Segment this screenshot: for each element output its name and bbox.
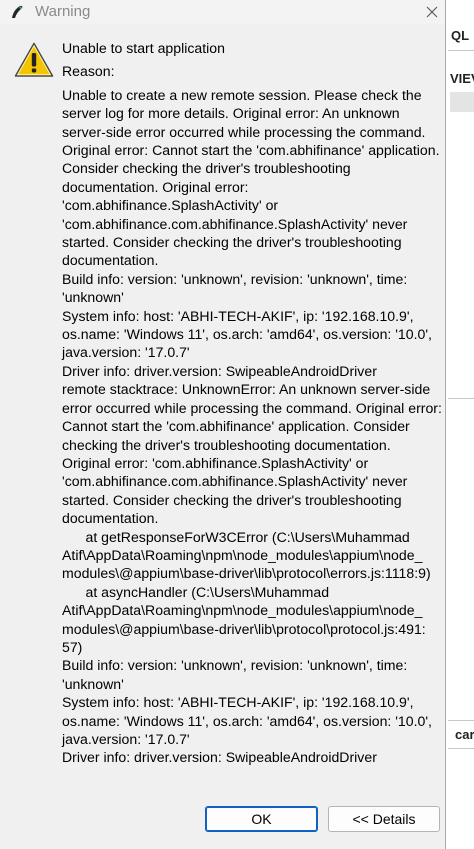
background-row (450, 92, 474, 112)
background-divider (448, 50, 474, 51)
background-window: QL VIEV car (446, 0, 474, 849)
error-details-text: Unable to create a new remote session. P… (62, 86, 442, 766)
background-cell-text: car (455, 727, 474, 742)
app-logo-icon (12, 5, 23, 18)
background-divider (448, 748, 474, 749)
background-tab-label[interactable]: QL (451, 28, 469, 43)
window-title: Warning (35, 3, 91, 20)
background-divider (448, 398, 474, 399)
background-view-header: VIEV (450, 71, 474, 86)
warning-dialog: Warning Unable to start application Reas… (0, 0, 446, 849)
title-bar[interactable]: Warning (0, 0, 445, 24)
reason-label: Reason: (62, 62, 115, 79)
warning-icon (14, 42, 54, 77)
message-area: Unable to start application Reason: Unab… (62, 39, 444, 767)
close-icon (426, 6, 438, 18)
details-button[interactable]: << Details (328, 806, 440, 832)
ok-button[interactable]: OK (205, 806, 318, 832)
close-button[interactable] (418, 0, 446, 24)
screen: QL VIEV car Warning (0, 0, 474, 849)
background-divider (448, 720, 474, 721)
message-heading: Unable to start application (62, 40, 225, 56)
